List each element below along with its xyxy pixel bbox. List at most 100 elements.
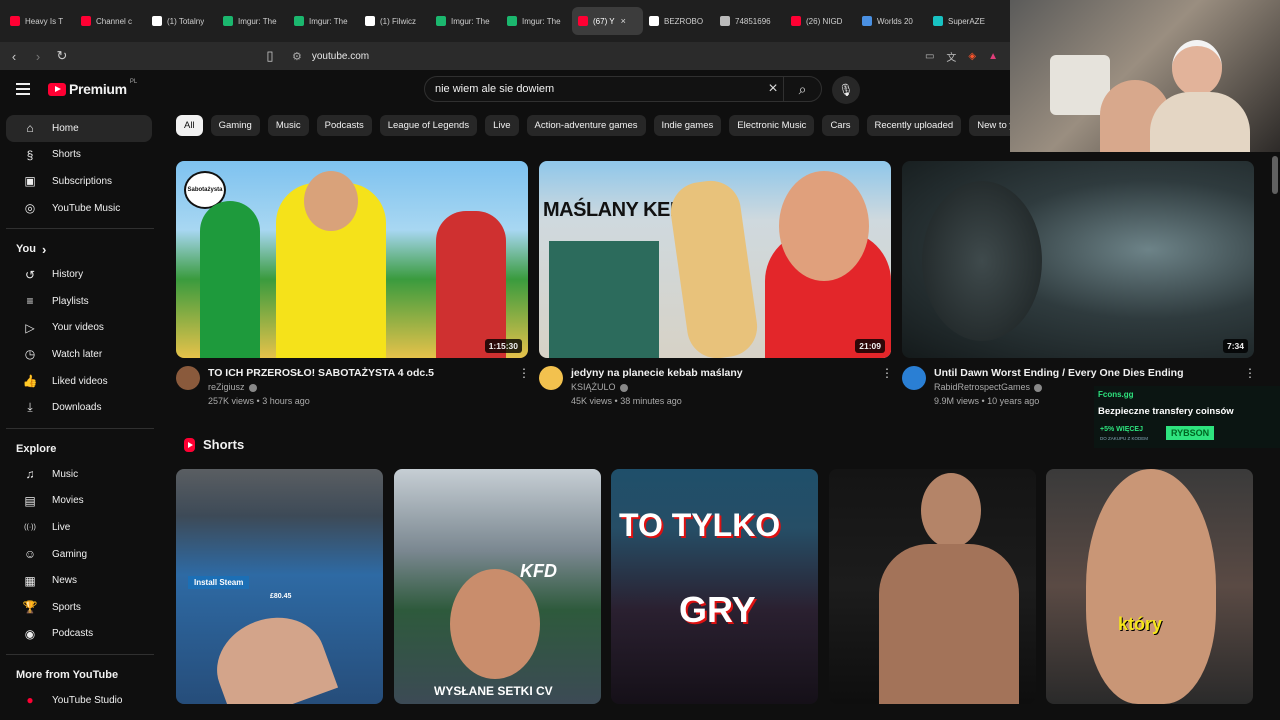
video-card[interactable]: MAŚLANY KEBAB 21:09 jedyny na planecie k… <box>539 161 893 408</box>
chip-action-adventure-games[interactable]: Action-adventure games <box>526 115 646 136</box>
address-bar[interactable]: ⚙ youtube.com <box>292 45 917 67</box>
sidebar-section-title: More from YouTube <box>16 669 119 682</box>
scrollbar[interactable] <box>1270 152 1280 720</box>
short-card[interactable]: który <box>1046 469 1253 704</box>
channel-avatar[interactable] <box>176 366 200 390</box>
chip-music[interactable]: Music <box>267 115 309 136</box>
short-card[interactable]: TO TYLKO GRY <box>611 469 818 704</box>
video-title[interactable]: TO ICH PRZEROSŁO! SABOTAŻYSTA 4 odc.5 <box>208 366 518 380</box>
sidebar-item-youtube-studio[interactable]: ● YouTube Studio <box>6 687 152 714</box>
sidebar-item-subscriptions[interactable]: ▣ Subscriptions <box>6 168 152 195</box>
scrollbar-thumb[interactable] <box>1272 156 1278 194</box>
sidebar-item-sports[interactable]: 🏆 Sports <box>6 594 152 621</box>
sidebar-item-live[interactable]: ((·)) Live <box>6 514 152 541</box>
menu-icon[interactable] <box>16 83 30 95</box>
browser-tab[interactable]: (1) Totalny <box>146 7 217 35</box>
tab-favicon-icon <box>507 16 517 26</box>
browser-tab[interactable]: Imgur: The <box>288 7 359 35</box>
forward-icon[interactable]: › <box>28 46 48 66</box>
sidebar-item-shorts[interactable]: § Shorts <box>6 142 152 169</box>
sidebar-item-label: YouTube Music <box>52 202 121 214</box>
video-title[interactable]: jedyny na planecie kebab maślany <box>571 366 881 380</box>
video-card[interactable]: 7:34 Until Dawn Worst Ending / Every One… <box>902 161 1256 408</box>
video-thumbnail[interactable]: Sabotażysta 1:15:30 <box>176 161 528 358</box>
more-options-icon[interactable]: ⋮ <box>881 366 893 408</box>
cast-icon[interactable]: ▭ <box>925 51 934 62</box>
chip-cars[interactable]: Cars <box>822 115 859 136</box>
chip-gaming[interactable]: Gaming <box>210 115 260 136</box>
sidebar-item-news[interactable]: ▦ News <box>6 567 152 594</box>
browser-tab[interactable]: SuperAZE <box>927 7 998 35</box>
channel-avatar[interactable] <box>902 366 926 390</box>
video-card[interactable]: Sabotażysta 1:15:30 TO ICH PRZEROSŁO! SA… <box>176 161 530 408</box>
channel-name[interactable]: KSIĄŻULO <box>571 380 881 394</box>
more-options-icon[interactable]: ⋮ <box>518 366 530 408</box>
search-box[interactable]: nie wiem ale sie dowiem × ⌕ <box>424 76 822 102</box>
brave-shield-icon[interactable]: ◈ <box>968 51 976 62</box>
sidebar-item-home[interactable]: ⌂ Home <box>6 115 152 142</box>
video-title[interactable]: Until Dawn Worst Ending / Every One Dies… <box>934 366 1244 380</box>
channel-name[interactable]: reZigiusz <box>208 380 518 394</box>
browser-tab[interactable]: (67) Y × <box>572 7 643 35</box>
browser-tab[interactable]: (26) NIGD <box>785 7 856 35</box>
brave-rewards-icon[interactable]: ▲ <box>988 51 998 62</box>
browser-tab[interactable]: Imgur: The <box>217 7 288 35</box>
sidebar-item-your-videos[interactable]: ▷ Your videos <box>6 315 152 342</box>
video-thumbnail[interactable]: 7:34 <box>902 161 1254 358</box>
chip-indie-games[interactable]: Indie games <box>653 115 722 136</box>
youtube-logo[interactable]: Premium PL <box>48 79 137 97</box>
browser-tab[interactable]: Channel c <box>75 7 146 35</box>
clear-search-icon[interactable]: × <box>763 80 783 98</box>
bookmark-icon[interactable]: ▯ <box>260 46 280 66</box>
browser-tab[interactable]: Worlds 20 <box>856 7 927 35</box>
browser-tab[interactable]: (1) Filwicz <box>359 7 430 35</box>
short-card[interactable]: KFD WYSŁANE SETKI CV <box>394 469 601 704</box>
short-face <box>450 569 540 679</box>
chip-podcasts[interactable]: Podcasts <box>316 115 372 136</box>
voice-search-icon[interactable]: 🎙 <box>832 76 860 104</box>
sidebar-item-youtube-music[interactable]: ◎ YouTube Music <box>6 195 152 222</box>
short-card[interactable] <box>829 469 1036 704</box>
sidebar-item-music[interactable]: ♫ Music <box>6 461 152 488</box>
live-icon: ((·)) <box>24 523 36 531</box>
short-overlay-text: Install Steam <box>188 576 250 589</box>
close-tab-icon[interactable]: × <box>621 16 626 26</box>
sidebar-item-gaming[interactable]: ☺ Gaming <box>6 541 152 568</box>
sidebar-item-history[interactable]: ↺ History <box>6 261 152 288</box>
browser-tab[interactable]: Heavy Is T <box>4 7 75 35</box>
sidebar-item-podcasts[interactable]: ◉ Podcasts <box>6 621 152 648</box>
sidebar-item-playlists[interactable]: ≡ Playlists <box>6 288 152 315</box>
browser-tab[interactable]: Imgur: The <box>430 7 501 35</box>
tab-title: BEZROBO <box>664 16 704 26</box>
chip-all[interactable]: All <box>176 115 203 136</box>
short-overlay-subtext: WYSŁANE SETKI CV <box>434 684 553 698</box>
browser-tab[interactable]: BEZROBO <box>643 7 714 35</box>
sidebar-item-liked-videos[interactable]: 👍 Liked videos <box>6 368 152 395</box>
reload-icon[interactable]: ↻ <box>52 46 72 66</box>
sidebar-item-label: Watch later <box>52 348 103 360</box>
sidebar-item-label: Subscriptions <box>52 175 113 187</box>
browser-toolbar: ‹ › ↻ ▯ ⚙ youtube.com ▭ 文 ◈ ▲ <box>0 42 1010 70</box>
search-input[interactable]: nie wiem ale sie dowiem <box>425 83 763 95</box>
chip-new-to-you[interactable]: New to you <box>969 115 1010 136</box>
chip-recently-uploaded[interactable]: Recently uploaded <box>866 115 962 136</box>
sidebar-item-watch-later[interactable]: ◷ Watch later <box>6 341 152 368</box>
video-thumbnail[interactable]: MAŚLANY KEBAB 21:09 <box>539 161 891 358</box>
chip-live[interactable]: Live <box>485 115 519 136</box>
sidebar-item-movies[interactable]: ▤ Movies <box>6 488 152 515</box>
site-info-icon[interactable]: ⚙ <box>292 50 302 63</box>
sidebar-item-label: Music <box>52 468 79 480</box>
translate-icon[interactable]: 文 <box>946 49 956 64</box>
short-card[interactable]: Install Steam £80.45 <box>176 469 383 704</box>
browser-tab[interactable]: Imgur: The <box>501 7 572 35</box>
search-icon[interactable]: ⌕ <box>783 77 821 101</box>
chip-league-of-legends[interactable]: League of Legends <box>379 115 478 136</box>
channel-avatar[interactable] <box>539 366 563 390</box>
sidebar-section-header[interactable]: You › <box>0 237 160 261</box>
browser-tab[interactable]: 74851696 <box>714 7 785 35</box>
short-overlay-subtext: £80.45 <box>270 593 292 600</box>
tab-favicon-icon <box>578 16 588 26</box>
sidebar-item-downloads[interactable]: ⤓ Downloads <box>6 394 152 421</box>
back-icon[interactable]: ‹ <box>4 46 24 66</box>
chip-electronic-music[interactable]: Electronic Music <box>729 115 815 136</box>
